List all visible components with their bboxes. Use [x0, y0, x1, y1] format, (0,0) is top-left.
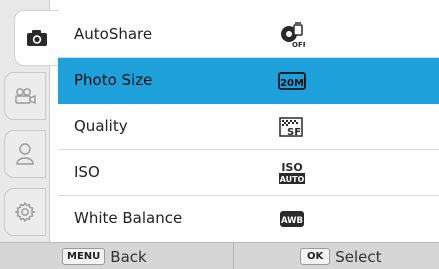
tab-settings[interactable]	[4, 188, 46, 236]
menu-item-photo-size[interactable]: Photo Size 20M	[58, 58, 439, 104]
ok-key-icon: OK	[300, 248, 331, 265]
menu-item-white-balance[interactable]: White Balance AWB	[58, 196, 439, 242]
menu-item-quality[interactable]: Quality SF	[58, 104, 439, 150]
gear-icon	[14, 201, 36, 223]
select-label: Select	[335, 247, 382, 266]
menu-item-label: Quality	[74, 117, 128, 135]
svg-text:SF: SF	[287, 127, 301, 138]
menu-item-label: AutoShare	[74, 25, 153, 43]
menu-item-label: ISO	[74, 163, 100, 181]
camera-icon	[26, 29, 48, 47]
svg-text:ISO: ISO	[281, 161, 302, 174]
svg-text:AUTO: AUTO	[280, 175, 305, 184]
menu-item-label: White Balance	[74, 209, 183, 227]
svg-text:AWB: AWB	[281, 216, 303, 226]
menu-item-label: Photo Size	[74, 71, 153, 89]
menu-key-icon: MENU	[62, 248, 106, 265]
camera-menu-screen: AutoShare OFF Photo Size 20M	[0, 0, 439, 269]
menu-item-autoshare[interactable]: AutoShare OFF	[58, 12, 439, 58]
tab-video[interactable]	[4, 72, 46, 120]
person-icon	[15, 143, 35, 165]
tab-user[interactable]	[4, 130, 46, 178]
select-button[interactable]: OK Select	[300, 243, 382, 269]
svg-text:20M: 20M	[280, 78, 304, 89]
autoshare-off-icon: OFF	[278, 21, 306, 49]
back-button[interactable]: MENU Back	[62, 243, 147, 269]
menu-tab-strip	[0, 0, 58, 242]
back-label: Back	[110, 247, 147, 266]
svg-text:OFF: OFF	[292, 41, 305, 48]
quality-superfine-icon: SF	[278, 113, 306, 141]
video-camera-icon	[13, 87, 37, 105]
bottom-button-bar: MENU Back OK Select	[0, 242, 439, 269]
divider	[233, 243, 234, 269]
white-balance-auto-icon: AWB	[278, 205, 306, 233]
iso-auto-icon: ISO AUTO	[278, 159, 306, 187]
photo-size-20m-icon: 20M	[278, 67, 306, 95]
menu-item-iso[interactable]: ISO ISO AUTO	[58, 150, 439, 196]
camera-settings-list: AutoShare OFF Photo Size 20M	[58, 12, 439, 243]
tab-camera[interactable]	[14, 10, 58, 66]
